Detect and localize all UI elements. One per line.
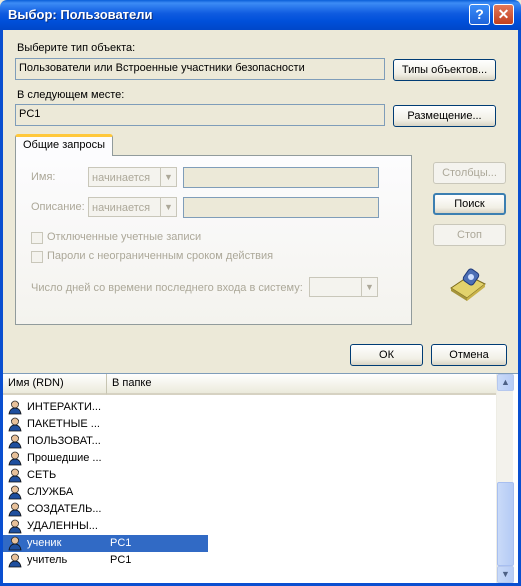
location-label: В следующем месте:	[17, 89, 125, 101]
description-label: Описание:	[31, 201, 85, 213]
stop-button[interactable]: Стоп	[433, 224, 506, 246]
no-expire-passwords-label: Пароли с неограниченным сроком действия	[47, 250, 274, 262]
row-name: СЕТЬ	[27, 469, 57, 481]
user-icon	[8, 400, 22, 415]
user-icon	[8, 519, 22, 534]
user-icon	[8, 434, 22, 449]
row-name: СОЗДАТЕЛЬ...	[27, 503, 102, 515]
user-icon	[8, 553, 22, 568]
help-icon[interactable]: ?	[469, 4, 490, 25]
row-name: учитель	[27, 554, 68, 566]
list-item[interactable]: учитель PC1	[3, 552, 208, 569]
row-name: СЛУЖБА	[27, 486, 74, 498]
description-input[interactable]	[183, 197, 379, 218]
window-title: Выбор: Пользователи	[8, 7, 153, 22]
name-operator-select[interactable]: начинается	[88, 167, 161, 187]
cancel-button[interactable]: Отмена	[431, 344, 507, 366]
days-since-login-select[interactable]	[309, 277, 362, 297]
list-item[interactable]: СЛУЖБА	[3, 484, 208, 501]
chevron-down-icon[interactable]: ▼	[160, 197, 177, 217]
chevron-down-icon[interactable]: ▼	[361, 277, 378, 297]
list-item[interactable]: Прошедшие ...	[3, 450, 208, 467]
user-icon	[8, 536, 22, 551]
description-operator-select[interactable]: начинается	[88, 197, 161, 217]
user-icon	[8, 468, 22, 483]
user-icon	[8, 502, 22, 517]
results-scrollbar[interactable]: ▲ ▼	[496, 374, 514, 583]
object-types-button[interactable]: Типы объектов...	[393, 59, 496, 81]
scroll-up-arrow-icon[interactable]: ▲	[497, 374, 514, 391]
list-item[interactable]: СОЗДАТЕЛЬ...	[3, 501, 208, 518]
scroll-down-arrow-icon[interactable]: ▼	[497, 566, 514, 583]
search-flashlight-icon	[450, 268, 486, 301]
list-item[interactable]: СЕТЬ	[3, 467, 208, 484]
chevron-down-icon[interactable]: ▼	[160, 167, 177, 187]
no-expire-passwords-checkbox[interactable]	[31, 251, 43, 263]
column-header-name[interactable]: Имя (RDN)	[3, 374, 107, 395]
search-button[interactable]: Поиск	[433, 193, 506, 215]
user-icon	[8, 451, 22, 466]
ok-button[interactable]: ОК	[350, 344, 423, 366]
list-item[interactable]: ПОЛЬЗОВАТ...	[3, 433, 208, 450]
row-folder: PC1	[110, 554, 132, 566]
row-folder: PC1	[110, 537, 132, 549]
close-icon[interactable]: ✕	[493, 4, 514, 25]
row-name: ПАКЕТНЫЕ ...	[27, 418, 100, 430]
scroll-thumb[interactable]	[497, 482, 514, 566]
user-icon	[8, 417, 22, 432]
name-label: Имя:	[31, 171, 56, 183]
disabled-accounts-label: Отключенные учетные записи	[47, 231, 202, 243]
object-type-field: Пользователи или Встроенные участники бе…	[15, 58, 385, 80]
location-field: PC1	[15, 104, 385, 126]
row-name: ПОЛЬЗОВАТ...	[27, 435, 101, 447]
name-input[interactable]	[183, 167, 379, 188]
object-type-label: Выберите тип объекта:	[17, 42, 136, 54]
results-list[interactable]: Имя (RDN) В папке ИНТЕРАКТИ... ПАКЕТНЫЕ …	[3, 373, 518, 583]
row-name: Прошедшие ...	[27, 452, 102, 464]
days-since-login-label: Число дней со времени последнего входа в…	[31, 282, 303, 294]
list-item[interactable]: ПАКЕТНЫЕ ...	[3, 416, 208, 433]
list-item[interactable]: ИНТЕРАКТИ...	[3, 399, 208, 416]
row-name: УДАЛЕННЫ...	[27, 520, 98, 532]
tab-common-queries[interactable]: Общие запросы	[15, 134, 113, 156]
disabled-accounts-checkbox[interactable]	[31, 232, 43, 244]
user-icon	[8, 485, 22, 500]
list-item[interactable]: УДАЛЕННЫ...	[3, 518, 208, 535]
list-item-selected[interactable]: ученик PC1	[3, 535, 208, 552]
row-name: ученик	[27, 537, 62, 549]
column-header-folder[interactable]: В папке	[107, 374, 497, 395]
columns-button[interactable]: Столбцы...	[433, 162, 506, 184]
locations-button[interactable]: Размещение...	[393, 105, 496, 127]
row-name: ИНТЕРАКТИ...	[27, 401, 102, 413]
